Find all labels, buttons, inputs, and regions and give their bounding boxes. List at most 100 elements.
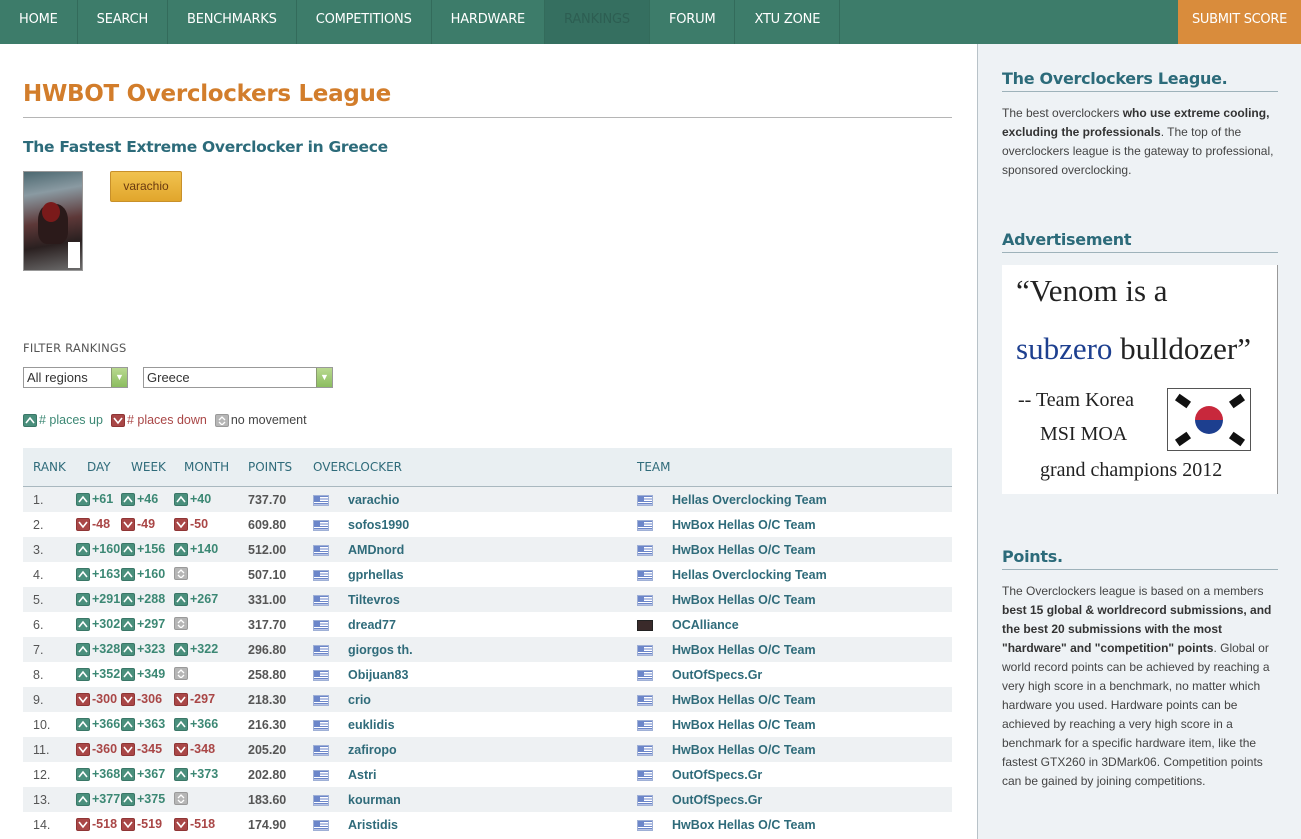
day-change-value: -360 [92, 742, 118, 756]
greece-flag-icon [637, 720, 653, 731]
overclocker-link[interactable]: sofos1990 [348, 518, 409, 532]
month-change-value: +366 [190, 717, 219, 731]
overclocker-link[interactable]: zafiropo [348, 743, 397, 757]
overclocker-link[interactable]: euklidis [348, 718, 395, 732]
team-link[interactable]: OutOfSpecs.Gr [672, 668, 762, 682]
month-change-value: +373 [190, 767, 219, 781]
greece-flag-icon [637, 570, 653, 581]
arrow-up-icon [76, 592, 90, 606]
overclocker-link[interactable]: AMDnord [348, 543, 404, 557]
table-row: 3. +160 +156 +140 512.00 AMDnord HwBox Hellas … [23, 537, 952, 562]
arrow-up-icon [121, 617, 135, 631]
team-link[interactable]: OCAlliance [672, 618, 739, 632]
team-link[interactable]: HwBox Hellas O/C Team [672, 518, 816, 532]
month-change-value: +267 [190, 592, 219, 606]
nav-item-benchmarks[interactable]: BENCHMARKS [168, 0, 297, 44]
col-overclocker[interactable]: OVERCLOCKER [313, 460, 402, 474]
day-change-cell: +160 [76, 542, 120, 556]
nav-item-forum[interactable]: FORUM [650, 0, 736, 44]
team-link[interactable]: Hellas Overclocking Team [672, 493, 827, 507]
region-select[interactable]: All regions ▼ [23, 367, 128, 388]
day-change-cell: +352 [76, 667, 120, 681]
team-link[interactable]: HwBox Hellas O/C Team [672, 543, 816, 557]
overclocker-link[interactable]: gprhellas [348, 568, 404, 582]
overclocker-link[interactable]: dread77 [348, 618, 396, 632]
arrow-up-icon [121, 717, 135, 731]
team-link[interactable]: OutOfSpecs.Gr [672, 768, 762, 782]
overclocker-link[interactable]: giorgos th. [348, 643, 413, 657]
rank-cell: 11. [33, 743, 50, 757]
points-cell: 205.20 [248, 743, 287, 757]
nav-item-home[interactable]: HOME [0, 0, 78, 44]
advertisement-banner[interactable]: “Venom is a subzero bulldozer” -- Team K… [1002, 265, 1278, 494]
table-row: 5. +291 +288 +267 331.00 Tiltevros HwBox Hella… [23, 587, 952, 612]
month-change-cell: -348 [174, 742, 215, 756]
week-change-value: +323 [137, 642, 166, 656]
team-link[interactable]: HwBox Hellas O/C Team [672, 743, 816, 757]
team-link[interactable]: HwBox Hellas O/C Team [672, 693, 816, 707]
month-change-cell: +40 [174, 492, 211, 506]
points-cell: 296.80 [248, 643, 287, 657]
nav-item-rankings[interactable]: RANKINGS [545, 0, 650, 44]
team-link[interactable]: HwBox Hellas O/C Team [672, 593, 816, 607]
overclocker-link[interactable]: crio [348, 693, 371, 707]
nav-item-search[interactable]: SEARCH [78, 0, 169, 44]
user-avatar-image[interactable] [23, 171, 83, 271]
col-day[interactable]: DAY [87, 460, 111, 474]
overclocker-link[interactable]: Aristidis [348, 818, 398, 832]
col-team[interactable]: TEAM [637, 460, 670, 474]
league-text-1: The best overclockers [1002, 106, 1123, 120]
greece-flag-icon [313, 545, 329, 556]
overclocker-link[interactable]: Astri [348, 768, 376, 782]
week-change-cell: -49 [121, 517, 155, 531]
top-nav: HOME SEARCH BENCHMARKS COMPETITIONS HARDWARE… [0, 0, 1301, 44]
nav-item-competitions[interactable]: COMPETITIONS [297, 0, 432, 44]
week-change-value: +367 [137, 767, 166, 781]
nav-item-xtu-zone[interactable]: XTU ZONE [735, 0, 841, 44]
team-link[interactable]: OutOfSpecs.Gr [672, 793, 762, 807]
trigram-shape [1174, 393, 1192, 409]
arrow-up-icon [121, 767, 135, 781]
arrow-down-icon [121, 692, 135, 706]
overclocker-link[interactable]: Obijuan83 [348, 668, 408, 682]
arrow-up-icon [174, 542, 188, 556]
overclocker-link[interactable]: kourman [348, 793, 401, 807]
week-change-value: +363 [137, 717, 166, 731]
month-change-value: -518 [190, 817, 216, 831]
arrow-up-icon [174, 767, 188, 781]
arrow-up-icon [76, 642, 90, 656]
team-link[interactable]: Hellas Overclocking Team [672, 568, 827, 582]
month-change-cell: +267 [174, 592, 218, 606]
ad-line-3: -- Team Korea [1018, 389, 1134, 411]
greece-flag-icon [637, 520, 653, 531]
points-cell: 258.80 [248, 668, 287, 682]
col-rank[interactable]: RANK [33, 460, 66, 474]
team-link[interactable]: HwBox Hellas O/C Team [672, 818, 816, 832]
day-change-value: +352 [92, 667, 121, 681]
overclocker-link[interactable]: Tiltevros [348, 593, 400, 607]
trigram-shape [1174, 431, 1192, 447]
submit-score-button[interactable]: SUBMIT SCORE [1178, 0, 1301, 44]
table-row: 8. +352 +349 258.80 Obijuan83 OutOfSpecs.Gr [23, 662, 952, 687]
country-select[interactable]: Greece ▼ [143, 367, 333, 388]
page-subtitle: The Fastest Extreme Overclocker in Greec… [23, 138, 388, 156]
team-link[interactable]: HwBox Hellas O/C Team [672, 718, 816, 732]
nav-item-hardware[interactable]: HARDWARE [432, 0, 546, 44]
day-change-value: +61 [92, 492, 114, 506]
month-change-value: +322 [190, 642, 219, 656]
table-row: 11. -360 -345 -348 205.20 zafiropo HwBox Hella… [23, 737, 952, 762]
month-change-cell: +140 [174, 542, 218, 556]
col-points[interactable]: POINTS [248, 460, 292, 474]
greece-flag-icon [313, 570, 329, 581]
col-month[interactable]: MONTH [184, 460, 229, 474]
overclocker-link[interactable]: varachio [348, 493, 399, 507]
col-week[interactable]: WEEK [131, 460, 166, 474]
top-user-badge[interactable]: varachio [110, 171, 182, 202]
arrow-up-icon [76, 617, 90, 631]
month-change-cell [174, 792, 190, 805]
points-cell: 216.30 [248, 718, 287, 732]
arrow-down-icon [174, 517, 188, 531]
arrow-down-icon [110, 413, 125, 427]
points-cell: 183.60 [248, 793, 287, 807]
team-link[interactable]: HwBox Hellas O/C Team [672, 643, 816, 657]
